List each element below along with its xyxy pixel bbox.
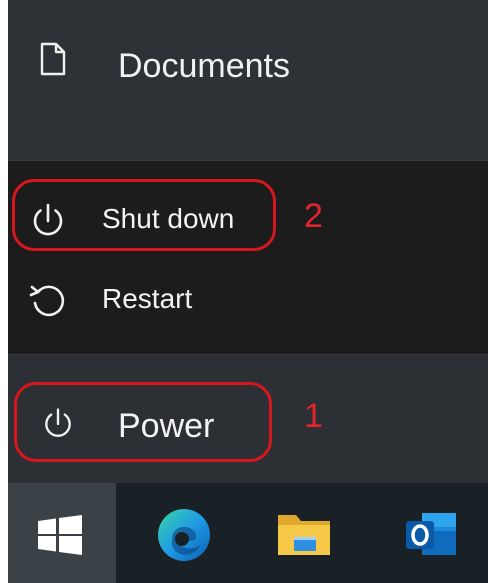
restart-icon [29,285,65,317]
file-explorer-taskbar-button[interactable] [274,505,334,565]
restart-label: Restart [102,283,193,314]
outlook-icon [406,513,456,555]
document-icon [40,42,66,76]
step-1-marker: 1 [304,397,323,435]
start-button[interactable] [8,483,116,583]
outlook-taskbar-button[interactable] [400,505,460,565]
folder-icon [278,515,330,555]
shut-down-highlight [12,179,276,251]
edge-taskbar-button[interactable] [154,505,214,565]
edge-icon [158,509,210,561]
step-2-marker: 2 [304,197,323,235]
taskbar [8,483,488,583]
documents-shortcut[interactable]: Documents [8,0,488,160]
restart-option[interactable]: Restart [8,263,488,343]
documents-label: Documents [118,47,290,85]
windows-logo-icon [38,515,82,555]
power-highlight [14,382,272,462]
